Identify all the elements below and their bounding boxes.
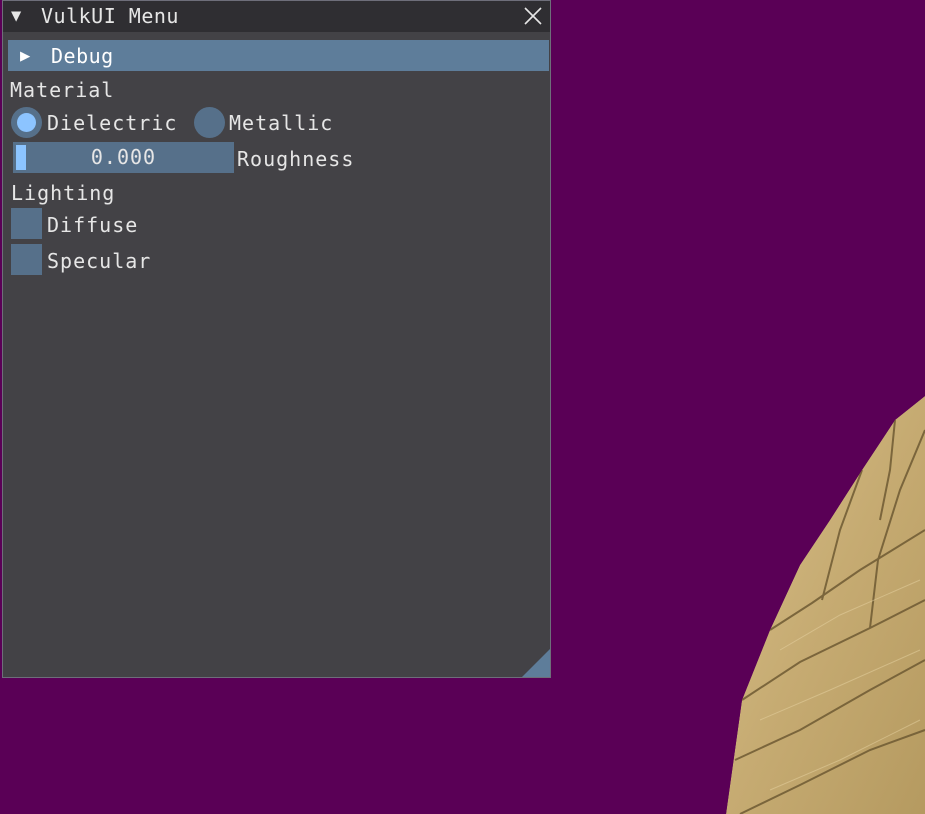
roughness-label: Roughness — [237, 147, 355, 171]
radio-selected-dot — [17, 113, 36, 132]
collapse-triangle-icon[interactable]: ▼ — [11, 1, 21, 32]
roughness-slider[interactable]: 0.000 — [13, 142, 234, 173]
dielectric-radio[interactable] — [11, 107, 42, 138]
material-label: Material — [10, 78, 115, 102]
debug-header[interactable]: ▶ Debug — [8, 40, 549, 71]
diffuse-label[interactable]: Diffuse — [47, 213, 138, 237]
window-title: VulkUI Menu — [41, 4, 179, 28]
resize-grip-icon[interactable] — [522, 649, 550, 677]
vulkui-menu-window: ▼ VulkUI Menu ▶ Debug Material Dielectri… — [2, 0, 551, 678]
roughness-value: 0.000 — [90, 145, 157, 169]
expand-triangle-icon: ▶ — [20, 46, 31, 66]
dielectric-label[interactable]: Dielectric — [47, 111, 177, 135]
debug-header-label: Debug — [51, 44, 114, 68]
window-titlebar[interactable]: ▼ VulkUI Menu — [3, 1, 550, 32]
specular-label[interactable]: Specular — [47, 249, 151, 273]
metallic-radio[interactable] — [194, 107, 225, 138]
metallic-label[interactable]: Metallic — [229, 111, 333, 135]
specular-checkbox[interactable] — [11, 244, 42, 275]
close-icon[interactable] — [522, 5, 544, 27]
lighting-label: Lighting — [11, 181, 116, 205]
diffuse-checkbox[interactable] — [11, 208, 42, 239]
